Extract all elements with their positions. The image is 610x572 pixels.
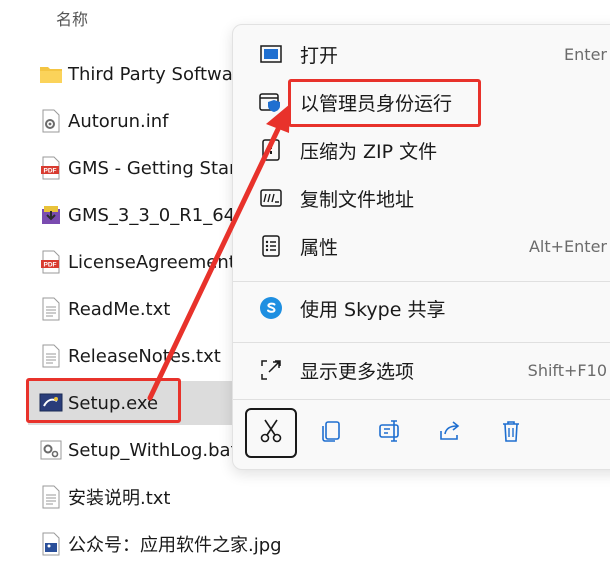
menu-item-compress-zip[interactable]: 压缩为 ZIP 文件 xyxy=(245,128,610,172)
share-button[interactable] xyxy=(425,408,477,458)
folder-icon xyxy=(38,61,64,87)
file-name: Setup.exe xyxy=(68,392,159,414)
settings-file-icon xyxy=(38,108,64,134)
image-file-icon xyxy=(38,531,64,557)
copy-button[interactable] xyxy=(305,408,357,458)
menu-item-run-as-admin[interactable]: 以管理员身份运行 xyxy=(245,80,610,124)
file-name: Autorun.inf xyxy=(68,110,169,132)
shortcut-shift-f10: Shift+F10 xyxy=(527,360,607,380)
quick-action-bar xyxy=(245,405,610,461)
pdf-icon: PDF xyxy=(38,155,64,181)
exe-icon xyxy=(38,390,64,416)
scroll-up-chevron-icon[interactable]: ˄ xyxy=(336,0,342,8)
menu-item-more-options[interactable]: 显示更多选项 Shift+F10 xyxy=(245,348,610,392)
name-column-header[interactable]: 名称 xyxy=(56,6,88,30)
zip-icon xyxy=(257,136,285,164)
admin-shield-icon xyxy=(257,88,285,116)
properties-icon xyxy=(257,232,285,260)
file-name: GMS_3_3_0_R1_64- xyxy=(68,204,242,226)
file-name: 公众号：应用软件之家.jpg xyxy=(68,535,282,556)
menu-separator xyxy=(233,342,610,343)
menu-item-copy-path[interactable]: 复制文件地址 xyxy=(245,176,610,220)
file-row-install-notes[interactable]: 安装说明.txt xyxy=(28,475,588,519)
file-row-wechat-image[interactable]: 公众号：应用软件之家.jpg xyxy=(28,522,588,566)
open-icon xyxy=(257,40,285,68)
pdf-badge-text: PDF xyxy=(44,262,57,269)
file-name: Third Party Softwar xyxy=(68,63,241,85)
share-icon xyxy=(438,419,464,447)
text-file-icon xyxy=(38,296,64,322)
file-name: GMS - Getting Star xyxy=(68,157,237,179)
pdf-icon: PDF xyxy=(38,249,64,275)
shortcut-alt-enter: Alt+Enter xyxy=(528,236,607,256)
menu-item-properties[interactable]: 属性 Alt+Enter xyxy=(245,224,610,268)
text-file-icon xyxy=(38,343,64,369)
menu-item-skype-share[interactable]: 使用 Skype 共享 xyxy=(245,286,610,330)
menu-item-open[interactable]: 打开 Enter xyxy=(245,32,610,76)
file-name: Setup_WithLog.bat xyxy=(68,439,238,461)
cut-icon xyxy=(258,418,284,448)
menu-separator xyxy=(233,399,610,400)
text-file-icon xyxy=(38,484,64,510)
pdf-badge-text: PDF xyxy=(44,168,57,175)
rename-button[interactable] xyxy=(365,408,417,458)
menu-separator xyxy=(233,281,610,282)
copy-icon xyxy=(319,419,343,447)
skype-icon xyxy=(257,294,285,322)
cut-button[interactable] xyxy=(245,408,297,458)
shortcut-enter: Enter xyxy=(564,44,607,64)
delete-button[interactable] xyxy=(485,408,537,458)
context-menu: 打开 Enter 以管理员身份运行 压缩为 ZIP 文件 复制文件地址 属性 A… xyxy=(232,24,610,470)
bat-file-icon xyxy=(38,437,64,463)
delete-icon xyxy=(500,419,522,447)
more-options-icon xyxy=(257,356,285,384)
file-name: ReleaseNotes.txt xyxy=(68,345,221,367)
rename-icon xyxy=(378,419,404,447)
copy-path-icon xyxy=(257,184,285,212)
installer-icon xyxy=(38,202,64,228)
file-name: LicenseAgreement. xyxy=(68,251,242,273)
file-name: ReadMe.txt xyxy=(68,298,171,320)
file-name: 安装说明.txt xyxy=(68,488,171,509)
